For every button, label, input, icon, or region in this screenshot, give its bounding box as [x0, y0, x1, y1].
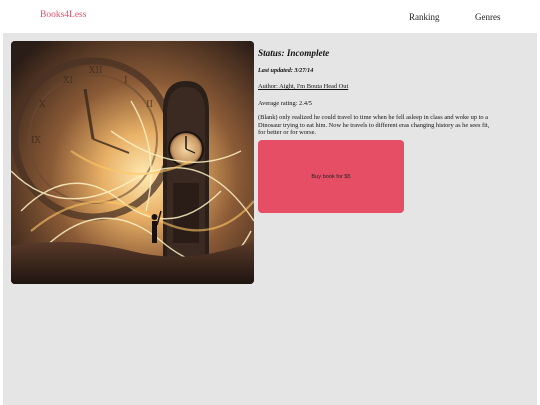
brand-logo-link[interactable]: Books4Less — [40, 10, 86, 20]
book-cover-image: XII I II XI X IX — [11, 41, 254, 284]
top-navbar: Books4Less Ranking Genres — [0, 0, 540, 32]
author-link[interactable]: Author: Aight, I'm Bouta Head Out — [258, 83, 498, 90]
svg-text:XI: XI — [63, 76, 73, 86]
svg-text:I: I — [124, 76, 128, 86]
svg-text:X: X — [39, 100, 46, 110]
nav-genres-link[interactable]: Genres — [475, 12, 501, 22]
buy-book-button[interactable]: Buy book for $5 — [258, 140, 404, 213]
status-value: Incomplete — [286, 48, 330, 58]
status-label: Status: — [258, 48, 285, 58]
svg-text:IX: IX — [31, 136, 42, 146]
book-synopsis: (Blank) only realized he could travel to… — [258, 114, 490, 137]
average-rating: Average rating: 2.4/5 — [258, 100, 313, 107]
cover-artwork: XII I II XI X IX — [11, 41, 254, 284]
book-info: Status: Incomplete Last updated: 3/27/14… — [258, 46, 498, 137]
book-status: Status: Incomplete — [258, 48, 498, 58]
svg-text:XII: XII — [89, 66, 103, 76]
nav-ranking-link[interactable]: Ranking — [409, 12, 440, 22]
last-updated: Last updated: 3/27/14 — [258, 67, 314, 74]
svg-text:II: II — [146, 100, 154, 110]
